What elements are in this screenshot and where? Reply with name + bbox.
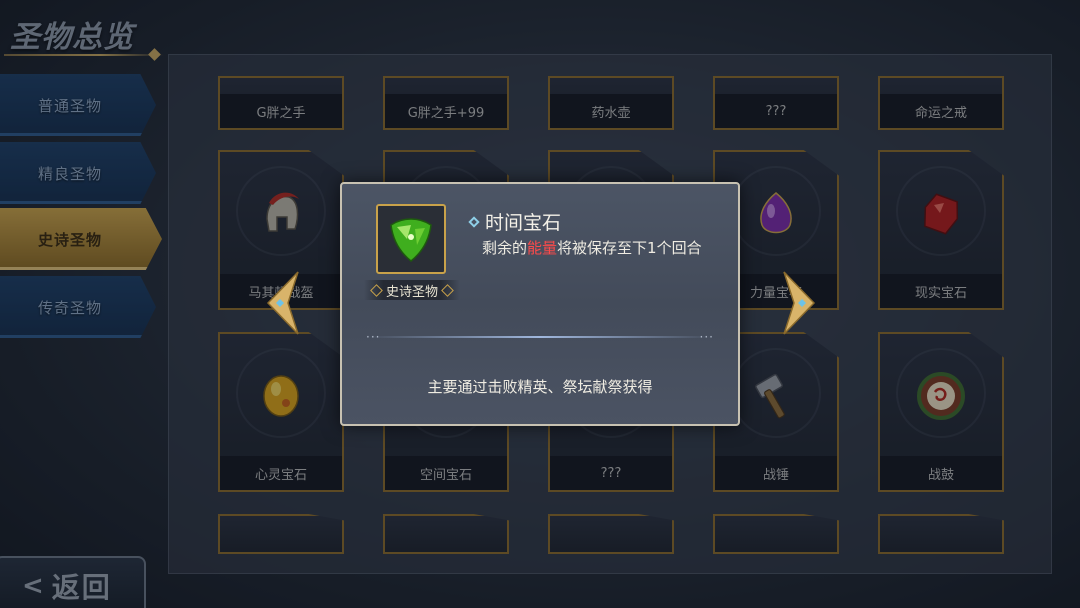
divider-dots-right: ··· [699,330,714,344]
green-gem-icon [390,218,432,262]
relic-description-keyword: 能量 [527,239,558,257]
next-relic-arrow-icon[interactable] [782,270,816,336]
relic-name: 时间宝石 [485,212,562,234]
previous-relic-arrow-icon[interactable] [266,270,300,336]
relic-source-text: 主要通过击败精英、祭坛献祭获得 [427,378,653,396]
relic-description: 剩余的能量将被保存至下1个回合 [482,236,730,260]
relic-description-part: 将被保存至下1个回合 [557,239,702,257]
relic-name-row: 时间宝石 [468,208,562,235]
relic-detail-popup: 史诗圣物 时间宝石 剩余的能量将被保存至下1个回合 ··· ··· 主要通过击败… [340,182,740,426]
relic-icon-frame [376,204,446,274]
popup-divider [368,336,712,338]
relic-description-part: 剩余的 [482,239,528,257]
rarity-tag: 史诗圣物 [364,280,460,300]
diamond-bullet-icon [468,215,480,228]
